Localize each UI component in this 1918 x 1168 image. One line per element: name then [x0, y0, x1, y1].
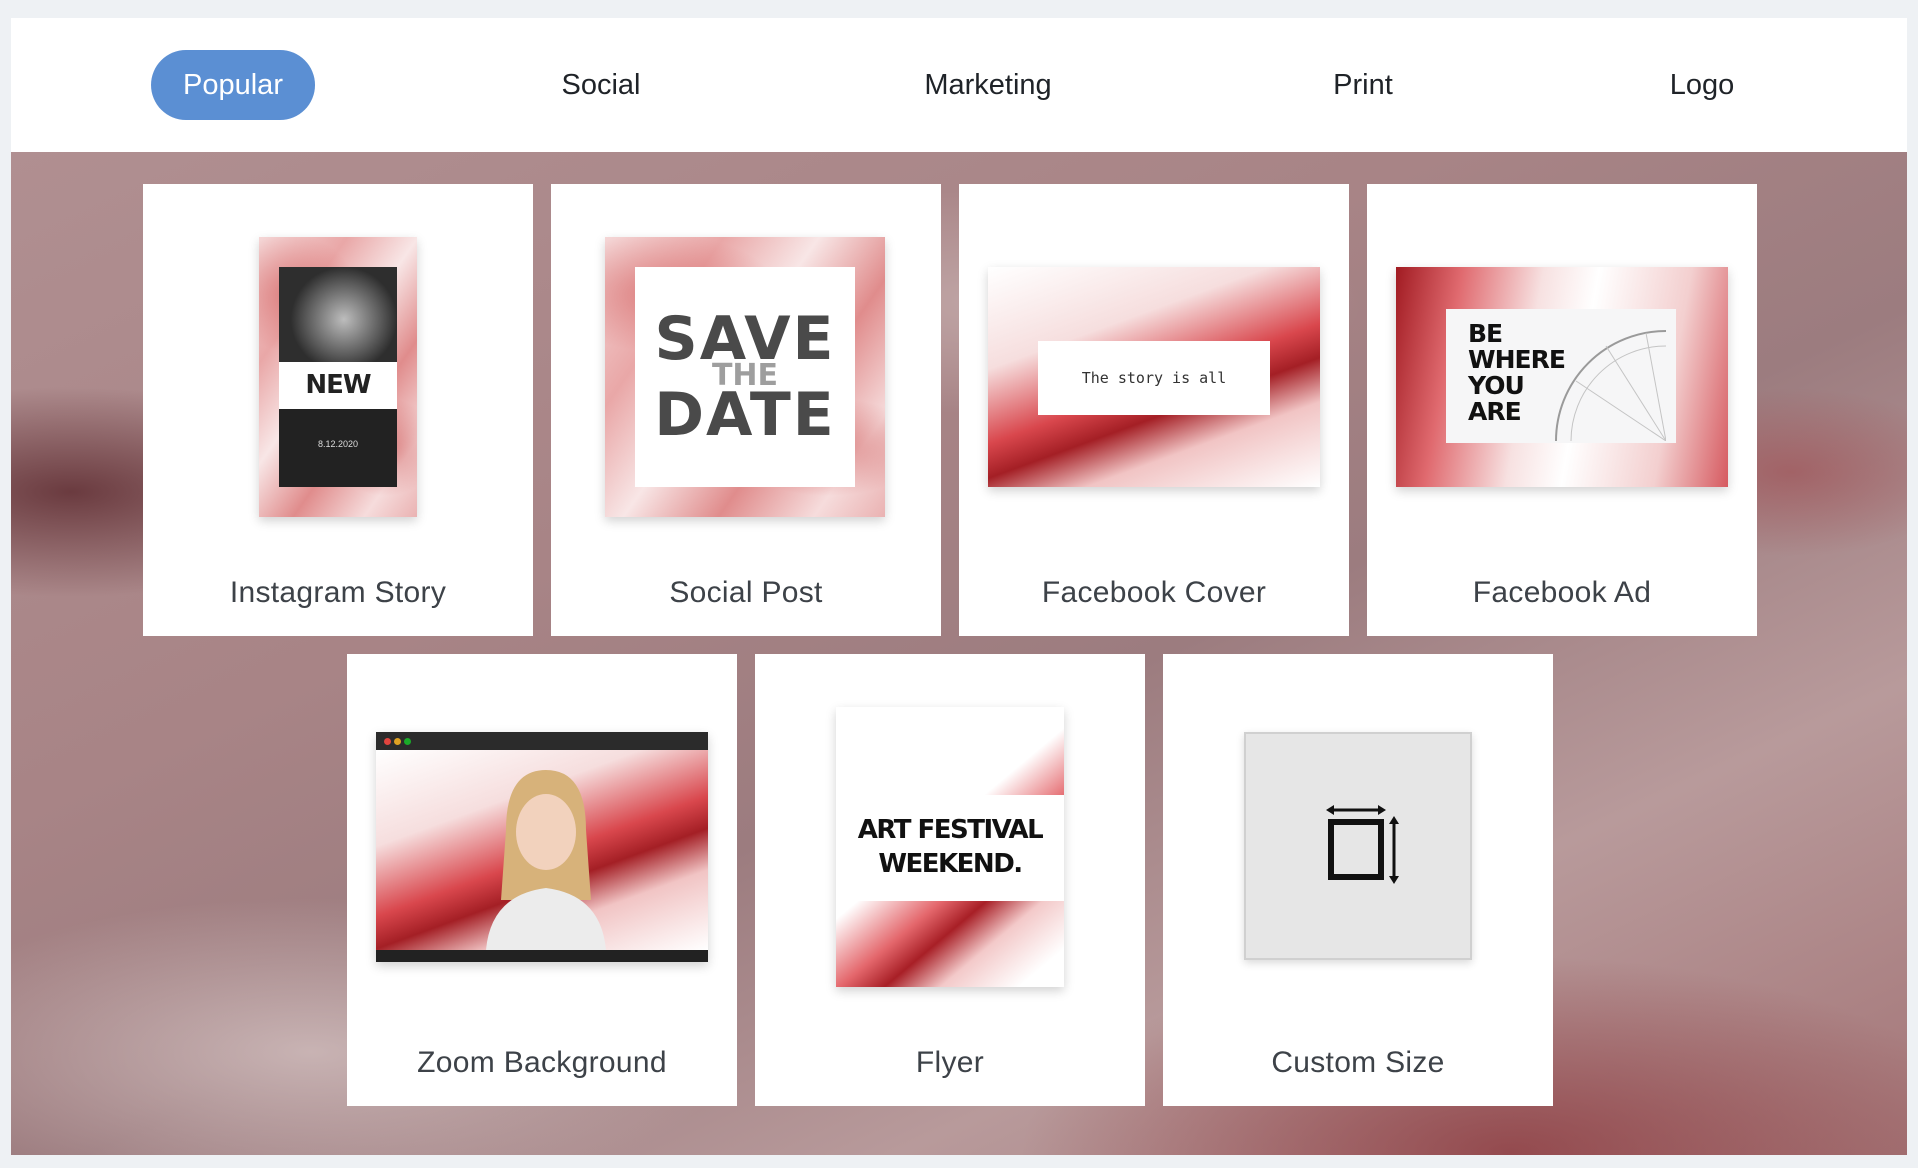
card-facebook-ad[interactable]: BE WHERE YOU ARE Facebook Ad — [1367, 184, 1757, 636]
card-zoom-background[interactable]: Zoom Background — [347, 654, 737, 1106]
facebook-ad-thumbnail: BE WHERE YOU ARE — [1396, 267, 1728, 487]
card-custom-size[interactable]: Custom Size — [1163, 654, 1553, 1106]
flyer-headline: ART FESTIVAL WEEKEND. — [836, 813, 1064, 881]
ad-line: ARE — [1468, 397, 1522, 426]
portrait-photo — [279, 267, 397, 362]
ad-line: YOU — [1468, 371, 1525, 400]
resize-icon — [1326, 805, 1399, 884]
tab-print[interactable]: Print — [1301, 50, 1425, 120]
card-label: Flyer — [915, 1046, 985, 1079]
story-photo-frame: NEW 8.12.2020 — [279, 267, 397, 487]
tab-social[interactable]: Social — [530, 50, 673, 120]
ad-panel: BE WHERE YOU ARE — [1446, 309, 1676, 443]
card-label: Zoom Background — [417, 1046, 667, 1079]
ad-headline: BE WHERE YOU ARE — [1468, 319, 1566, 426]
minimize-dot-icon — [394, 738, 401, 745]
template-gallery: NEW 8.12.2020 Instagram Story SAVE THE D… — [11, 152, 1907, 1155]
card-social-post[interactable]: SAVE THE DATE Social Post — [551, 184, 941, 636]
social-post-thumbnail: SAVE THE DATE — [605, 237, 885, 517]
template-picker: Popular Social Marketing Print Logo NEW … — [11, 18, 1907, 1155]
card-label: Facebook Cover — [1041, 576, 1267, 609]
zoom-background-thumbnail — [376, 732, 708, 962]
flyer-line: WEEKEND. — [878, 849, 1023, 879]
date-text: DATE — [654, 380, 836, 450]
card-label: Social Post — [669, 576, 823, 609]
flyer-line: ART FESTIVAL — [857, 815, 1044, 845]
flyer-panel: ART FESTIVAL WEEKEND. — [836, 795, 1064, 901]
card-facebook-cover[interactable]: The story is all Facebook Cover — [959, 184, 1349, 636]
cover-caption: The story is all — [1038, 341, 1270, 415]
card-label: Facebook Ad — [1472, 576, 1652, 609]
tab-logo[interactable]: Logo — [1638, 50, 1767, 120]
window-titlebar — [376, 732, 708, 750]
ad-line: BE — [1468, 319, 1503, 348]
zoom-backdrop — [376, 750, 708, 950]
story-headline: NEW — [279, 362, 397, 409]
ad-line: WHERE — [1468, 345, 1566, 374]
tab-marketing[interactable]: Marketing — [892, 50, 1083, 120]
card-flyer[interactable]: ART FESTIVAL WEEKEND. Flyer — [755, 654, 1145, 1106]
card-label: Custom Size — [1271, 1046, 1445, 1079]
close-dot-icon — [384, 738, 391, 745]
person-photo — [486, 770, 606, 950]
social-post-panel: SAVE THE DATE — [635, 267, 855, 487]
card-label: Instagram Story — [229, 576, 447, 609]
custom-size-thumbnail — [1244, 732, 1472, 960]
instagram-story-thumbnail: NEW 8.12.2020 — [259, 237, 417, 517]
category-tabs: Popular Social Marketing Print Logo — [11, 18, 1907, 152]
facebook-cover-thumbnail: The story is all — [988, 267, 1320, 487]
story-date: 8.12.2020 — [317, 439, 359, 449]
card-instagram-story[interactable]: NEW 8.12.2020 Instagram Story — [143, 184, 533, 636]
maximize-dot-icon — [404, 738, 411, 745]
flyer-thumbnail: ART FESTIVAL WEEKEND. — [836, 707, 1064, 987]
tab-popular[interactable]: Popular — [151, 50, 315, 120]
